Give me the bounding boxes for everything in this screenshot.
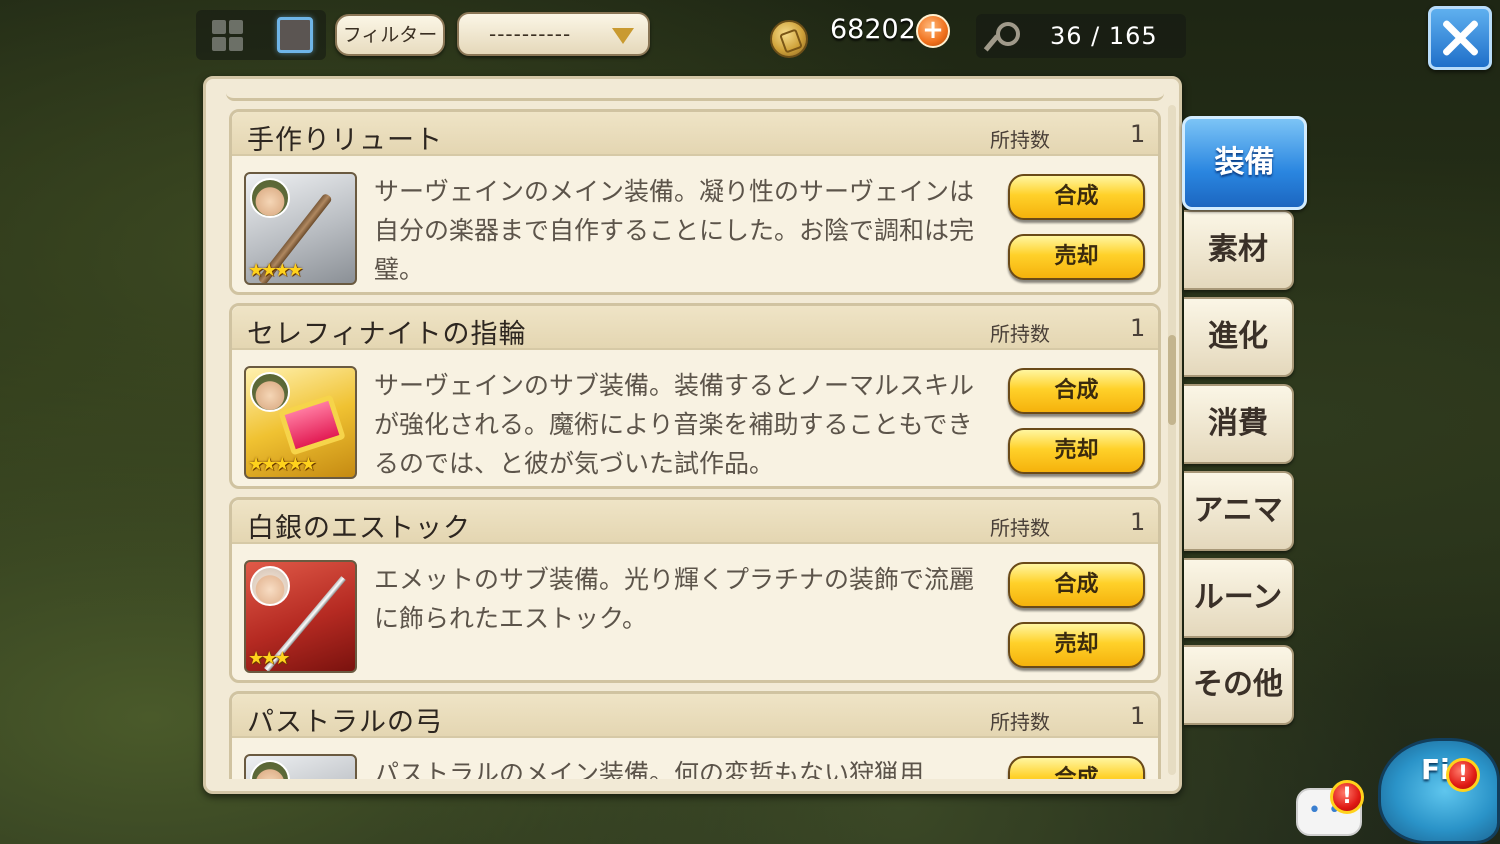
rarity-stars: ★★★★★ — [248, 454, 317, 475]
owned-label: 所持数 — [990, 516, 1050, 540]
filter-button[interactable]: フィルター — [335, 14, 445, 56]
bow-icon[interactable] — [244, 754, 357, 779]
ring-icon[interactable]: ★★★★★ — [244, 366, 357, 479]
tab-rune[interactable]: ルーン — [1184, 558, 1294, 638]
lute-icon[interactable]: ★★★★ — [244, 172, 357, 285]
item-list[interactable]: 手作りリュート 所持数 1 ★★★★ サーヴェインのメイン装備。凝り性のサーヴェ… — [226, 91, 1164, 779]
item-card-header: セレフィナイトの指輪 所持数 1 — [232, 306, 1158, 350]
chevron-down-icon — [612, 28, 634, 44]
currency-amount: 68202 — [830, 14, 916, 45]
tab-consumables[interactable]: 消費 — [1184, 384, 1294, 464]
list-top-edge — [226, 91, 1164, 101]
add-currency-button[interactable]: + — [916, 14, 950, 48]
mascot-alert-badge: ! — [1446, 758, 1480, 792]
grid-cell-icon — [229, 37, 243, 51]
list-view-button[interactable] — [277, 17, 313, 53]
currency-display: 68202 + — [770, 14, 955, 58]
character-portrait — [250, 178, 290, 218]
owned-label: 所持数 — [990, 710, 1050, 734]
tab-evolution[interactable]: 進化 — [1184, 297, 1294, 377]
item-description: エメットのサブ装備。光り輝くプラチナの装飾で流麗に飾られたエストック。 — [374, 565, 975, 633]
item-card[interactable]: パストラルの弓 所持数 1 パストラルのメイン装備。何の変哲もない狩猟用 合成 — [229, 691, 1161, 779]
rarity-stars: ★★★★ — [248, 260, 304, 281]
character-portrait — [250, 372, 290, 412]
item-description: サーヴェインのサブ装備。装備するとノーマルスキルが強化される。魔術により音楽を補… — [374, 371, 975, 478]
sort-select[interactable]: ---------- — [457, 12, 650, 56]
compose-button[interactable]: 合成 — [1008, 562, 1145, 608]
tab-equipment[interactable]: 装備 — [1182, 116, 1307, 210]
character-portrait — [250, 760, 290, 779]
item-card[interactable]: セレフィナイトの指輪 所持数 1 ★★★★★ サーヴェインのサブ装備。装備すると… — [229, 303, 1161, 489]
grid-cell-icon — [212, 37, 226, 51]
compose-button[interactable]: 合成 — [1008, 756, 1145, 779]
inventory-capacity: 36 / 165 — [976, 14, 1186, 58]
scrollbar-thumb[interactable] — [1168, 335, 1176, 425]
item-description: サーヴェインのメイン装備。凝り性のサーヴェインは自分の楽器まで自作することにした… — [374, 177, 975, 284]
owned-label: 所持数 — [990, 128, 1050, 152]
item-name: 手作りリュート — [247, 125, 443, 156]
item-card[interactable]: 手作りリュート 所持数 1 ★★★★ サーヴェインのメイン装備。凝り性のサーヴェ… — [229, 109, 1161, 295]
mascot-label: Fi — [1421, 753, 1450, 786]
tab-anima[interactable]: アニマ — [1184, 471, 1294, 551]
item-name: パストラルの弓 — [247, 707, 443, 738]
estoc-icon[interactable]: ★★★ — [244, 560, 357, 673]
item-card[interactable]: 白銀のエストック 所持数 1 ★★★ エメットのサブ装備。光り輝くプラチナの装飾… — [229, 497, 1161, 683]
tab-materials[interactable]: 素材 — [1184, 210, 1294, 290]
chat-alert-badge: ! — [1330, 780, 1364, 814]
close-button[interactable] — [1428, 6, 1492, 70]
owned-count: 1 — [1130, 508, 1146, 536]
grid-cell-icon — [229, 20, 243, 34]
compose-button[interactable]: 合成 — [1008, 174, 1145, 220]
item-card-header: パストラルの弓 所持数 1 — [232, 694, 1158, 738]
item-card-header: 手作りリュート 所持数 1 — [232, 112, 1158, 156]
owned-count: 1 — [1130, 702, 1146, 730]
grid-cell-icon — [212, 20, 226, 34]
tab-other[interactable]: その他 — [1184, 645, 1294, 725]
item-name: セレフィナイトの指輪 — [247, 319, 527, 350]
sort-select-value: ---------- — [489, 22, 572, 46]
sell-button[interactable]: 売却 — [1008, 234, 1145, 280]
sell-button[interactable]: 売却 — [1008, 622, 1145, 668]
rarity-stars: ★★★ — [248, 648, 290, 669]
item-list-panel: 手作りリュート 所持数 1 ★★★★ サーヴェインのメイン装備。凝り性のサーヴェ… — [203, 76, 1182, 794]
character-portrait — [250, 566, 290, 606]
sell-button[interactable]: 売却 — [1008, 428, 1145, 474]
inventory-icon — [984, 20, 1020, 52]
grid-view-button[interactable] — [210, 18, 246, 54]
owned-count: 1 — [1130, 120, 1146, 148]
item-card-header: 白銀のエストック 所持数 1 — [232, 500, 1158, 544]
list-scrollbar[interactable] — [1168, 105, 1176, 775]
coin-icon — [770, 20, 808, 58]
capacity-value: 36 / 165 — [1050, 22, 1158, 50]
owned-label: 所持数 — [990, 322, 1050, 346]
mascot-menu-button[interactable]: Fi — [1378, 738, 1500, 844]
item-description: パストラルのメイン装備。何の変哲もない狩猟用 — [374, 759, 925, 779]
compose-button[interactable]: 合成 — [1008, 368, 1145, 414]
item-name: 白銀のエストック — [247, 513, 471, 544]
owned-count: 1 — [1130, 314, 1146, 342]
ring-gem-shape — [278, 394, 346, 456]
